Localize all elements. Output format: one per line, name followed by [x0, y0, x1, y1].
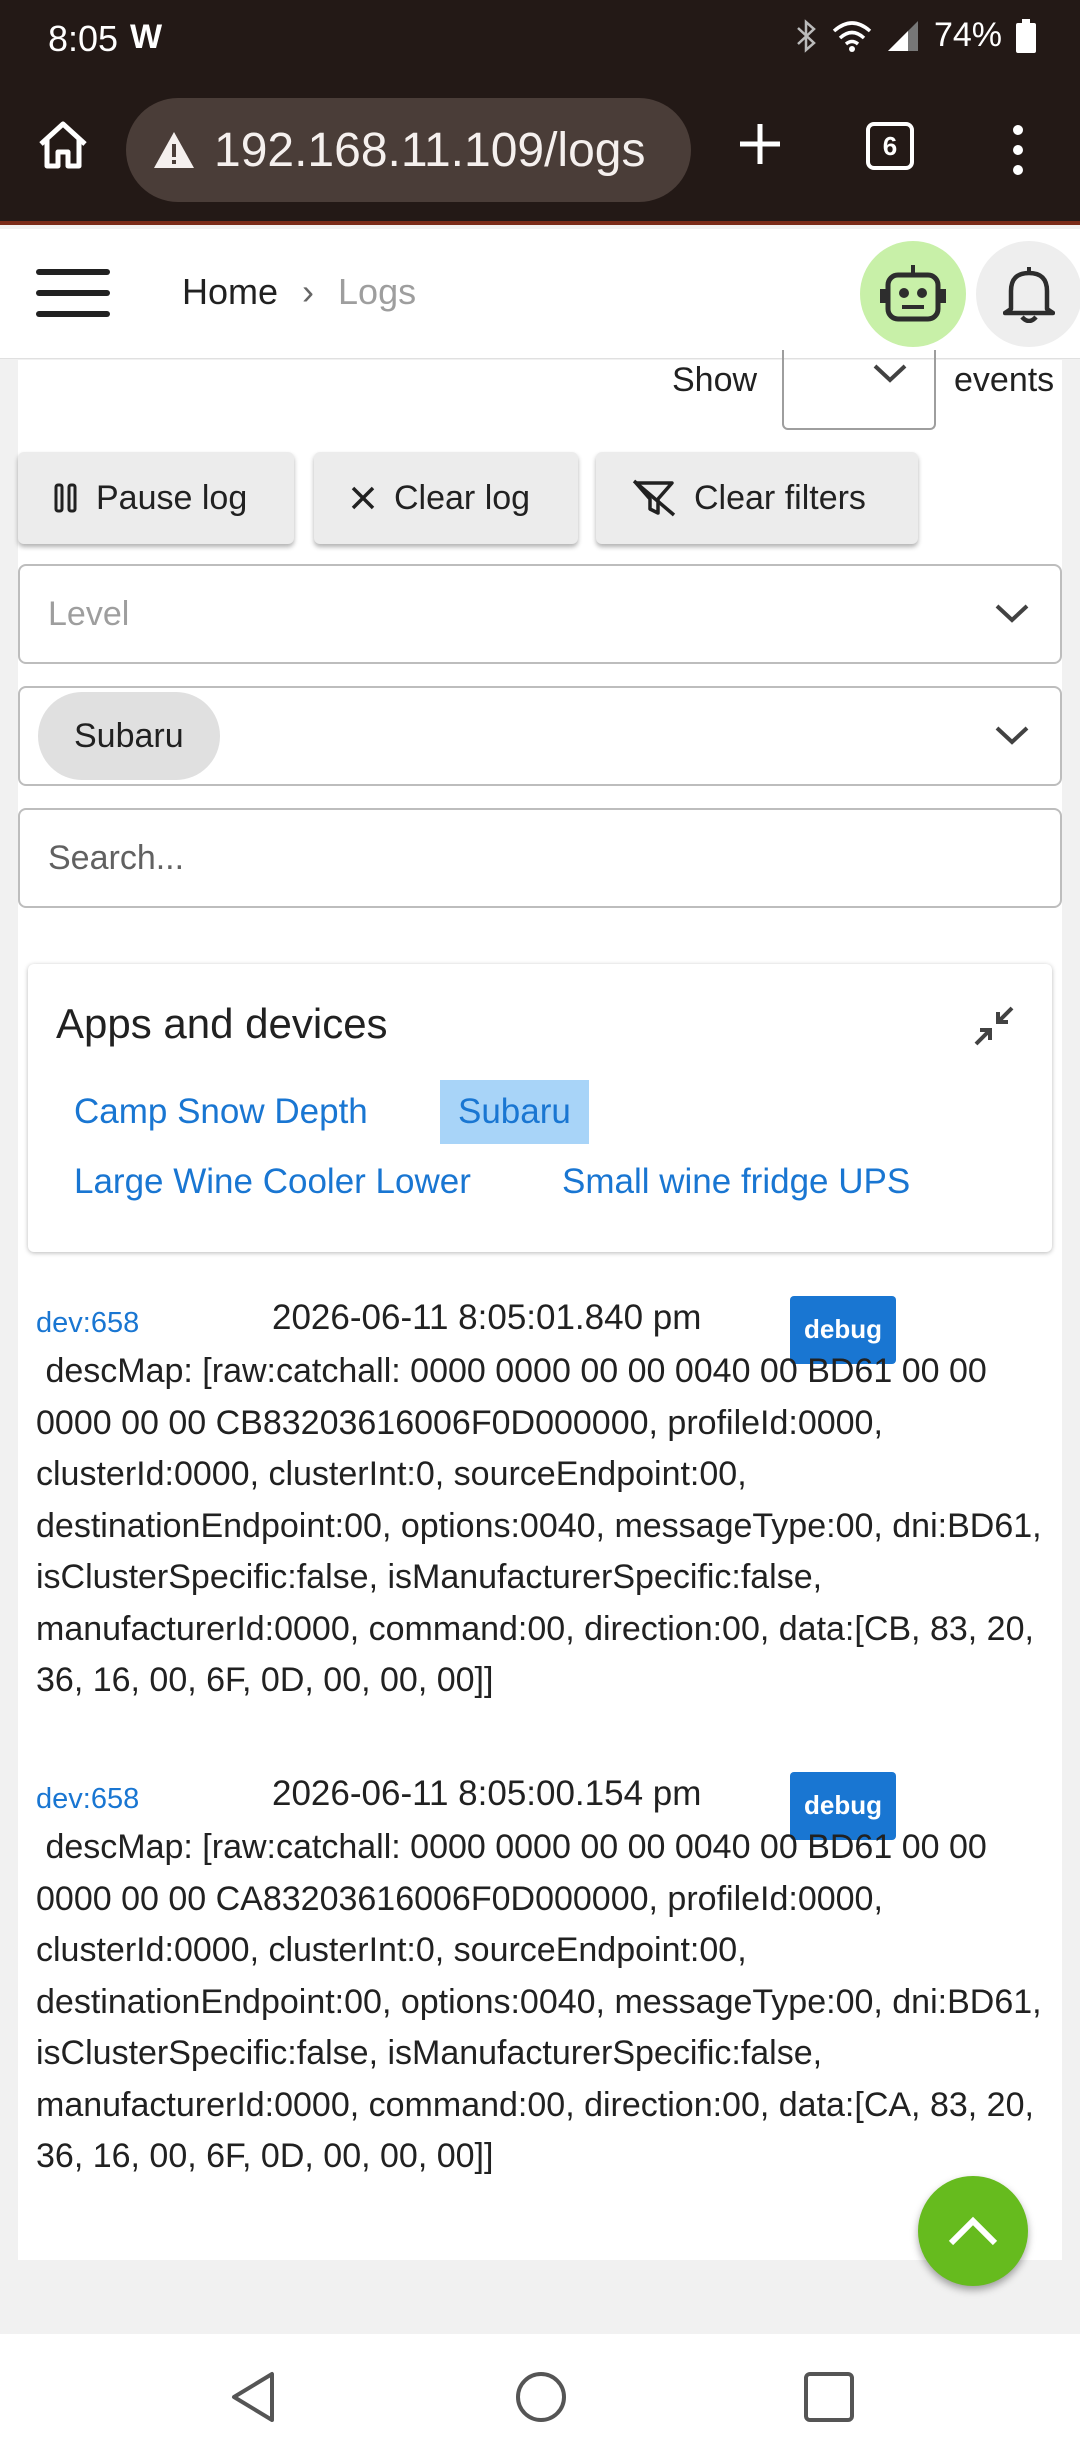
- apps-devices-card: Apps and devices Camp Snow Depth Subaru …: [28, 964, 1052, 1252]
- filter-off-icon: [632, 479, 676, 517]
- search-input[interactable]: Search...: [18, 808, 1062, 908]
- device-link-camp-snow-depth[interactable]: Camp Snow Depth: [56, 1080, 386, 1144]
- log-entry: dev:658 2026-06-11 8:05:00.154 pm debug …: [36, 1772, 1056, 2234]
- clear-log-label: Clear log: [394, 478, 531, 517]
- battery-icon: [1016, 18, 1036, 53]
- battery-percent: 74%: [933, 16, 1002, 54]
- wifi-icon: [832, 20, 872, 52]
- breadcrumb-separator: ›: [302, 271, 315, 312]
- chevron-up-icon: [948, 2216, 998, 2246]
- assistant-button[interactable]: [860, 241, 966, 347]
- bell-icon: [1003, 267, 1055, 323]
- chevron-down-icon: [995, 726, 1029, 745]
- chevron-down-icon: [873, 364, 907, 383]
- recents-icon[interactable]: [802, 2370, 856, 2424]
- clear-filters-button[interactable]: Clear filters: [596, 452, 918, 544]
- clear-filters-label: Clear filters: [694, 478, 866, 517]
- hamburger-menu-icon[interactable]: [36, 265, 110, 321]
- clear-log-button[interactable]: Clear log: [314, 452, 578, 544]
- log-message: descMap: [raw:catchall: 0000 0000 00 00 …: [36, 1828, 1052, 2175]
- log-message: descMap: [raw:catchall: 0000 0000 00 00 …: [36, 1352, 1052, 1699]
- breadcrumb: Home › Logs: [182, 271, 416, 313]
- device-link-large-wine-cooler-lower[interactable]: Large Wine Cooler Lower: [56, 1150, 489, 1214]
- card-title: Apps and devices: [56, 1000, 388, 1047]
- log-source-link[interactable]: dev:658: [36, 1774, 139, 1826]
- status-time: 8:05: [48, 18, 119, 59]
- system-nav-bar: [0, 2334, 1080, 2460]
- home-icon[interactable]: [36, 118, 90, 172]
- warning-icon: [154, 132, 194, 168]
- device-link-small-wine-fridge-ups[interactable]: Small wine fridge UPS: [544, 1150, 928, 1214]
- tab-count: 6: [882, 130, 898, 161]
- collapse-icon[interactable]: [972, 1004, 1016, 1048]
- search-placeholder: Search...: [48, 838, 185, 877]
- device-link-subaru[interactable]: Subaru: [440, 1080, 589, 1144]
- app-header: Home › Logs: [0, 229, 1080, 359]
- log-entry: dev:658 2026-06-11 8:05:01.840 pm debug …: [36, 1296, 1056, 1758]
- pause-log-label: Pause log: [96, 478, 248, 517]
- robot-icon: [880, 265, 946, 322]
- log-source-link[interactable]: dev:658: [36, 1298, 139, 1350]
- pause-log-button[interactable]: Pause log: [18, 452, 294, 544]
- home-nav-icon[interactable]: [514, 2370, 568, 2424]
- browser-toolbar: 192.168.11.109/logs 6: [0, 80, 1080, 225]
- pause-icon: [54, 483, 77, 513]
- logs-panel: Show events Pause log Clear log Clear fi…: [18, 350, 1062, 2260]
- tab-switcher-button[interactable]: 6: [866, 122, 914, 170]
- events-label: events: [954, 361, 1055, 399]
- signal-icon: [887, 20, 918, 51]
- url-text: 192.168.11.109/logs: [214, 123, 646, 177]
- status-bar: 8:05 W 74%: [0, 0, 1080, 80]
- scroll-to-top-button[interactable]: [918, 2176, 1028, 2286]
- bluetooth-icon: [797, 18, 816, 53]
- log-timestamp: 2026-06-11 8:05:01.840 pm: [272, 1298, 702, 1337]
- breadcrumb-home[interactable]: Home: [182, 271, 278, 313]
- events-count-select[interactable]: [782, 350, 936, 430]
- level-select[interactable]: Level: [18, 564, 1062, 664]
- device-chip-label: Subaru: [74, 716, 184, 755]
- chevron-down-icon: [995, 604, 1029, 623]
- device-select[interactable]: Subaru: [18, 686, 1062, 786]
- log-timestamp: 2026-06-11 8:05:00.154 pm: [272, 1774, 702, 1813]
- new-tab-icon[interactable]: [732, 116, 788, 172]
- show-label: Show: [672, 361, 758, 399]
- device-chip[interactable]: Subaru: [38, 692, 220, 780]
- carrier-icon: W: [130, 18, 163, 56]
- more-options-icon[interactable]: [1006, 120, 1030, 180]
- back-icon[interactable]: [228, 2370, 280, 2424]
- close-icon: [351, 486, 375, 510]
- breadcrumb-current: Logs: [338, 271, 417, 312]
- url-bar[interactable]: 192.168.11.109/logs: [126, 98, 691, 202]
- notifications-button[interactable]: [976, 241, 1080, 347]
- level-placeholder: Level: [48, 594, 130, 633]
